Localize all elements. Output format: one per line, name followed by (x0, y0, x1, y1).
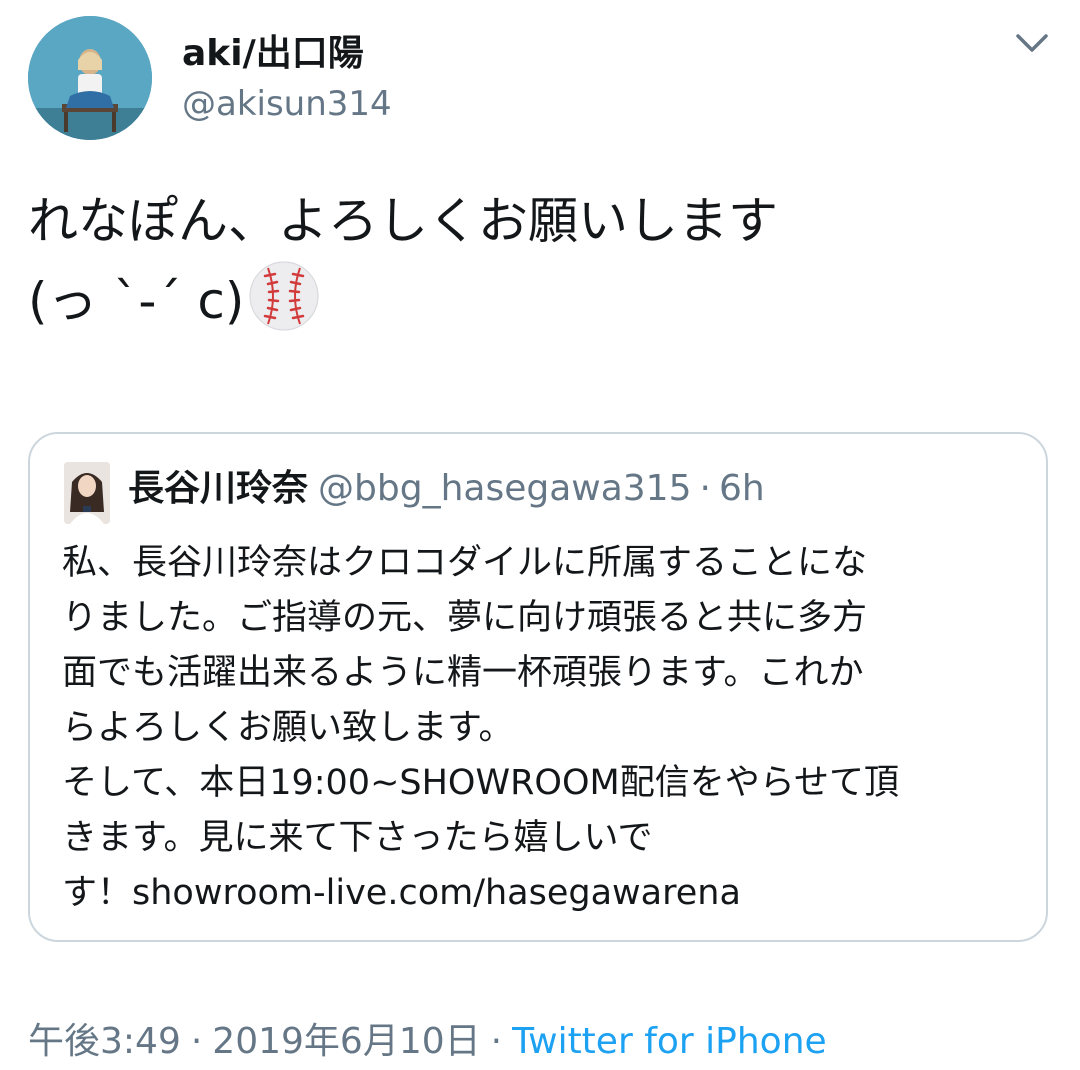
quoted-author-avatar[interactable] (64, 462, 110, 524)
baseball-icon (248, 260, 320, 332)
quoted-author-name[interactable]: 長谷川玲奈 (128, 468, 308, 509)
tweet-source-link[interactable]: Twitter for iPhone (512, 1021, 827, 1062)
profile-photo-avatar (28, 16, 152, 140)
separator-dot: · (699, 468, 711, 509)
quoted-text-line: す！showroom-live.com/hasegawarena (62, 873, 741, 913)
quoted-tweet-text: 私、長谷川玲奈はクロコダイルに所属することにな りました。ご指導の元、夢に向け頑… (62, 536, 1032, 921)
author-handle[interactable]: @akisun314 (182, 84, 392, 124)
separator-dot: · (190, 1021, 203, 1062)
chevron-down-icon (1016, 34, 1048, 52)
tweet-text: れなぽん、よろしくお願いします (っ ˋ-ˊ c) (28, 182, 1048, 340)
author-display-name[interactable]: aki/出口陽 (182, 24, 364, 76)
quoted-text-line: きます。見に来て下さったら嬉しいで (62, 818, 653, 858)
tweet-meta: 午後3:49 · 2019年6月10日 · Twitter for iPhone (28, 1016, 827, 1068)
quoted-text-line: らよろしくお願い致します。 (62, 708, 514, 748)
quoted-author-handle[interactable]: @bbg_hasegawa315 (318, 468, 691, 509)
quoted-text-line: 面でも活躍出来るように精一杯頑張ります。これか (62, 653, 864, 693)
quoted-tweet-card[interactable]: 長谷川玲奈 @bbg_hasegawa315 · 6h 私、長谷川玲奈はクロコダイルに… (28, 432, 1048, 942)
profile-photo-avatar (64, 462, 110, 524)
more-options-button[interactable] (1012, 28, 1052, 58)
separator-dot: · (490, 1021, 503, 1062)
tweet-text-line: れなぽん、よろしくお願いします (28, 192, 778, 250)
quoted-text-line: 私、長谷川玲奈はクロコダイルに所属することにな (62, 543, 868, 583)
quoted-tweet-time: 6h (718, 468, 765, 509)
tweet-time: 午後3:49 (28, 1021, 181, 1062)
quoted-text-line: そして、本日19:00~SHOWROOM配信をやらせて頂 (62, 763, 899, 803)
quoted-text-line: りました。ご指導の元、夢に向け頑張ると共に多方 (62, 598, 868, 638)
tweet-emoticon: (っ ˋ-ˊ c) (28, 272, 245, 330)
tweet-date: 2019年6月10日 (212, 1021, 481, 1062)
quoted-tweet-header: 長谷川玲奈 @bbg_hasegawa315 · 6h (128, 464, 765, 514)
tweet-text-line: (っ ˋ-ˊ c) (28, 260, 1048, 340)
author-avatar[interactable] (28, 16, 152, 140)
